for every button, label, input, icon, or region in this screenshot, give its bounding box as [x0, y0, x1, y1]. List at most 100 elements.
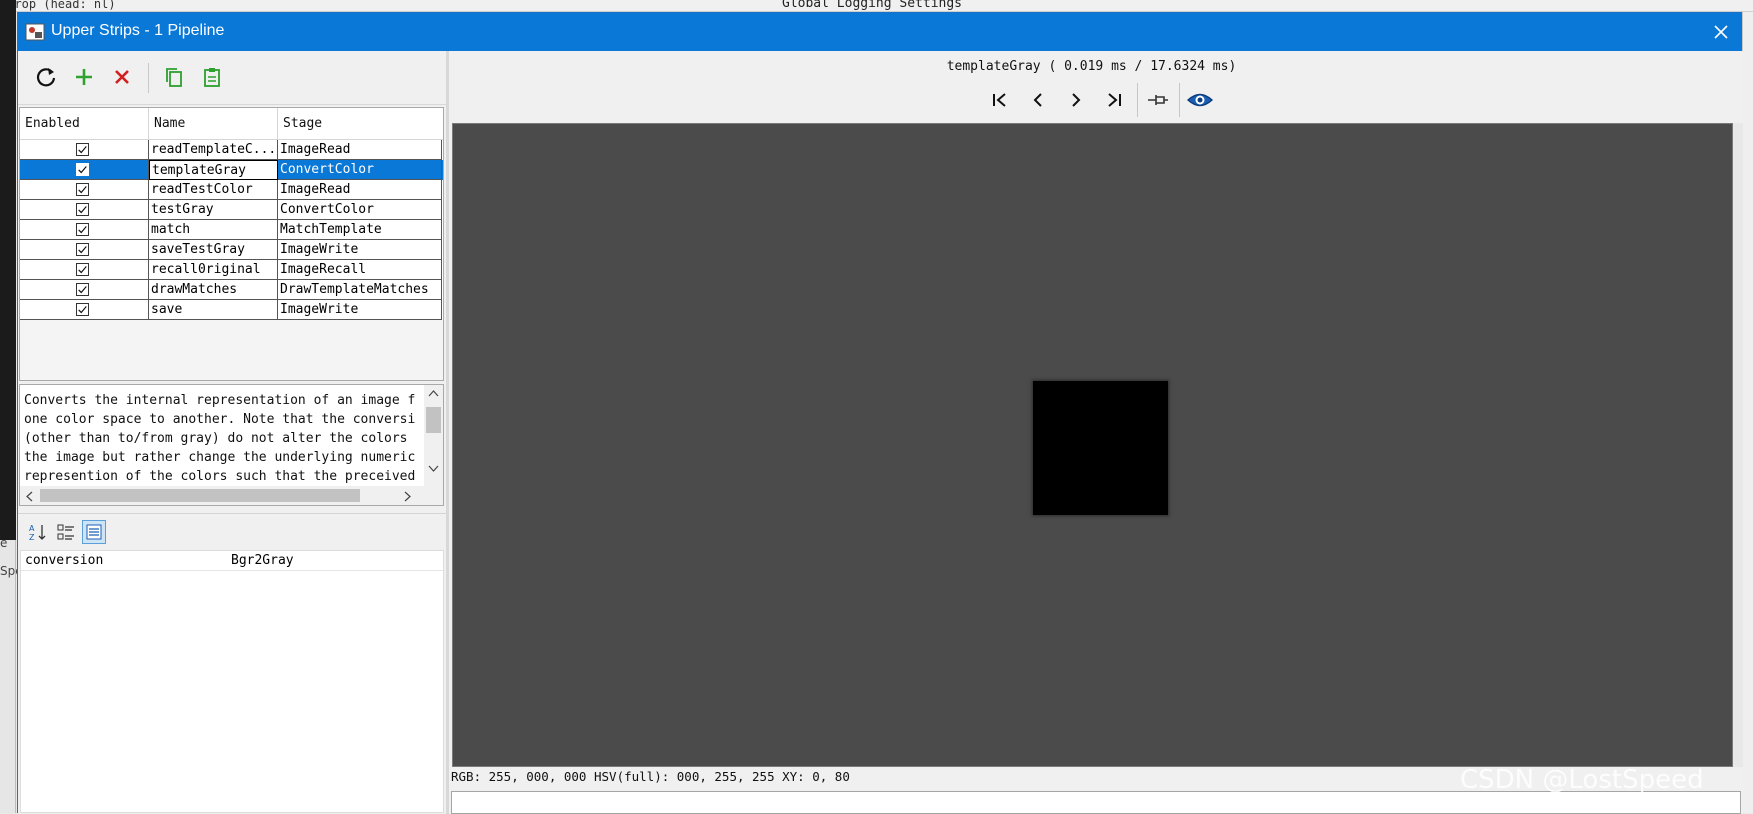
pipeline-window: Upper Strips - 1 Pipeline Enabled Name S…	[17, 12, 1743, 814]
stage-cell[interactable]: DrawTemplateMatches	[278, 280, 442, 300]
scroll-thumb[interactable]	[40, 489, 360, 502]
categorized-button[interactable]	[54, 520, 78, 544]
checkbox-checked-icon[interactable]	[76, 303, 89, 316]
table-header: Enabled Name Stage	[20, 108, 443, 140]
stage-cell[interactable]: MatchTemplate	[278, 220, 442, 240]
name-cell[interactable]: templateGray	[149, 160, 278, 180]
close-icon[interactable]	[1709, 20, 1733, 44]
scroll-left-icon[interactable]	[25, 491, 33, 502]
stage-cell[interactable]: ImageRead	[278, 140, 442, 160]
table-row[interactable]: readTestColor ImageRead	[20, 180, 443, 200]
last-frame-button[interactable]	[1099, 85, 1129, 115]
copy-icon	[166, 68, 182, 87]
checkbox-checked-icon[interactable]	[76, 163, 89, 176]
name-cell[interactable]: saveTestGray	[149, 240, 278, 260]
property-pages-icon	[86, 524, 102, 540]
enabled-cell[interactable]	[20, 140, 149, 160]
name-cell[interactable]: drawMatches	[149, 280, 278, 300]
background-window-right	[1742, 12, 1753, 813]
table-row[interactable]: testGray ConvertColor	[20, 200, 443, 220]
description-horizontal-scrollbar[interactable]	[20, 486, 443, 505]
enabled-cell[interactable]	[20, 200, 149, 220]
background-text-e: e	[0, 536, 8, 550]
stage-cell[interactable]: ConvertColor	[278, 160, 442, 180]
sort-alphabetical-button[interactable]: A Z	[26, 520, 50, 544]
properties-panel: A Z conversion Bgr2Gray	[18, 513, 446, 814]
previous-frame-button[interactable]	[1023, 85, 1053, 115]
column-header-stage[interactable]: Stage	[278, 108, 443, 140]
pin-button[interactable]	[1143, 85, 1173, 115]
column-header-name[interactable]: Name	[149, 108, 278, 140]
name-cell[interactable]: testGray	[149, 200, 278, 220]
checkbox-checked-icon[interactable]	[76, 183, 89, 196]
delete-stage-button[interactable]	[108, 63, 136, 91]
toolbar-separator	[148, 63, 149, 93]
property-value[interactable]: Bgr2Gray	[231, 551, 294, 570]
table-row[interactable]: match MatchTemplate	[20, 220, 443, 240]
nav-separator	[1179, 83, 1180, 117]
refresh-button[interactable]	[32, 63, 60, 91]
stage-description[interactable]: Converts the internal representation of …	[19, 384, 444, 506]
stage-cell[interactable]: ImageWrite	[278, 240, 442, 260]
name-cell[interactable]: recall0riginal	[149, 260, 278, 280]
stage-cell[interactable]: ImageRecall	[278, 260, 442, 280]
svg-text:A: A	[29, 524, 35, 533]
table-row[interactable]: drawMatches DrawTemplateMatches	[20, 280, 443, 300]
table-row[interactable]: readTemplateC... ImageRead	[20, 140, 443, 160]
eye-icon	[1186, 93, 1214, 107]
column-header-enabled[interactable]: Enabled	[20, 108, 149, 140]
checkbox-checked-icon[interactable]	[76, 143, 89, 156]
enabled-cell[interactable]	[20, 300, 149, 320]
image-canvas[interactable]	[452, 123, 1733, 767]
description-text: Converts the internal representation of …	[24, 391, 419, 486]
scroll-up-icon[interactable]	[428, 389, 439, 397]
scroll-right-icon[interactable]	[404, 491, 412, 502]
plus-icon	[76, 69, 92, 85]
checkbox-checked-icon[interactable]	[76, 223, 89, 236]
enabled-cell[interactable]	[20, 260, 149, 280]
copy-button[interactable]	[160, 63, 188, 91]
table-row[interactable]: recall0riginal ImageRecall	[20, 260, 443, 280]
checkbox-checked-icon[interactable]	[76, 263, 89, 276]
name-cell[interactable]: match	[149, 220, 278, 240]
add-stage-button[interactable]	[70, 63, 98, 91]
table-body: readTemplateC... ImageRead templateGray …	[20, 140, 443, 320]
pipeline-toolbar	[18, 51, 446, 105]
skip-last-icon	[1108, 93, 1121, 107]
property-grid: conversion Bgr2Gray	[20, 550, 444, 813]
chevron-right-icon	[1072, 93, 1081, 107]
table-row-selected[interactable]: templateGray ConvertColor	[20, 160, 443, 180]
title-bar[interactable]: Upper Strips - 1 Pipeline	[18, 13, 1741, 51]
stage-cell[interactable]: ImageWrite	[278, 300, 442, 320]
template-image-square	[1033, 381, 1168, 515]
table-row[interactable]: save ImageWrite	[20, 300, 443, 320]
first-frame-button[interactable]	[985, 85, 1015, 115]
name-cell[interactable]: save	[149, 300, 278, 320]
viewer-scrollbar[interactable]	[1733, 123, 1743, 767]
checkbox-checked-icon[interactable]	[76, 243, 89, 256]
property-pages-button[interactable]	[82, 520, 106, 544]
enabled-cell[interactable]	[20, 220, 149, 240]
enabled-cell[interactable]	[20, 180, 149, 200]
property-row[interactable]: conversion Bgr2Gray	[21, 551, 443, 571]
next-frame-button[interactable]	[1061, 85, 1091, 115]
description-vertical-scrollbar[interactable]	[424, 385, 443, 488]
stage-cell[interactable]: ConvertColor	[278, 200, 442, 220]
scroll-thumb[interactable]	[426, 407, 441, 433]
enabled-cell[interactable]	[20, 160, 149, 180]
scroll-down-icon[interactable]	[428, 465, 439, 473]
stage-cell[interactable]: ImageRead	[278, 180, 442, 200]
view-toggle-button[interactable]	[1185, 85, 1215, 115]
categorized-icon	[57, 524, 74, 540]
table-row[interactable]: saveTestGray ImageWrite	[20, 240, 443, 260]
description-line: the image but rather change the underlyi…	[24, 450, 416, 465]
enabled-cell[interactable]	[20, 240, 149, 260]
checkbox-checked-icon[interactable]	[76, 283, 89, 296]
checkbox-checked-icon[interactable]	[76, 203, 89, 216]
enabled-cell[interactable]	[20, 280, 149, 300]
name-cell[interactable]: readTestColor	[149, 180, 278, 200]
navigation-bar	[449, 81, 1743, 119]
name-cell[interactable]: readTemplateC...	[149, 140, 278, 160]
paste-button[interactable]	[198, 63, 226, 91]
x-icon	[115, 70, 129, 84]
